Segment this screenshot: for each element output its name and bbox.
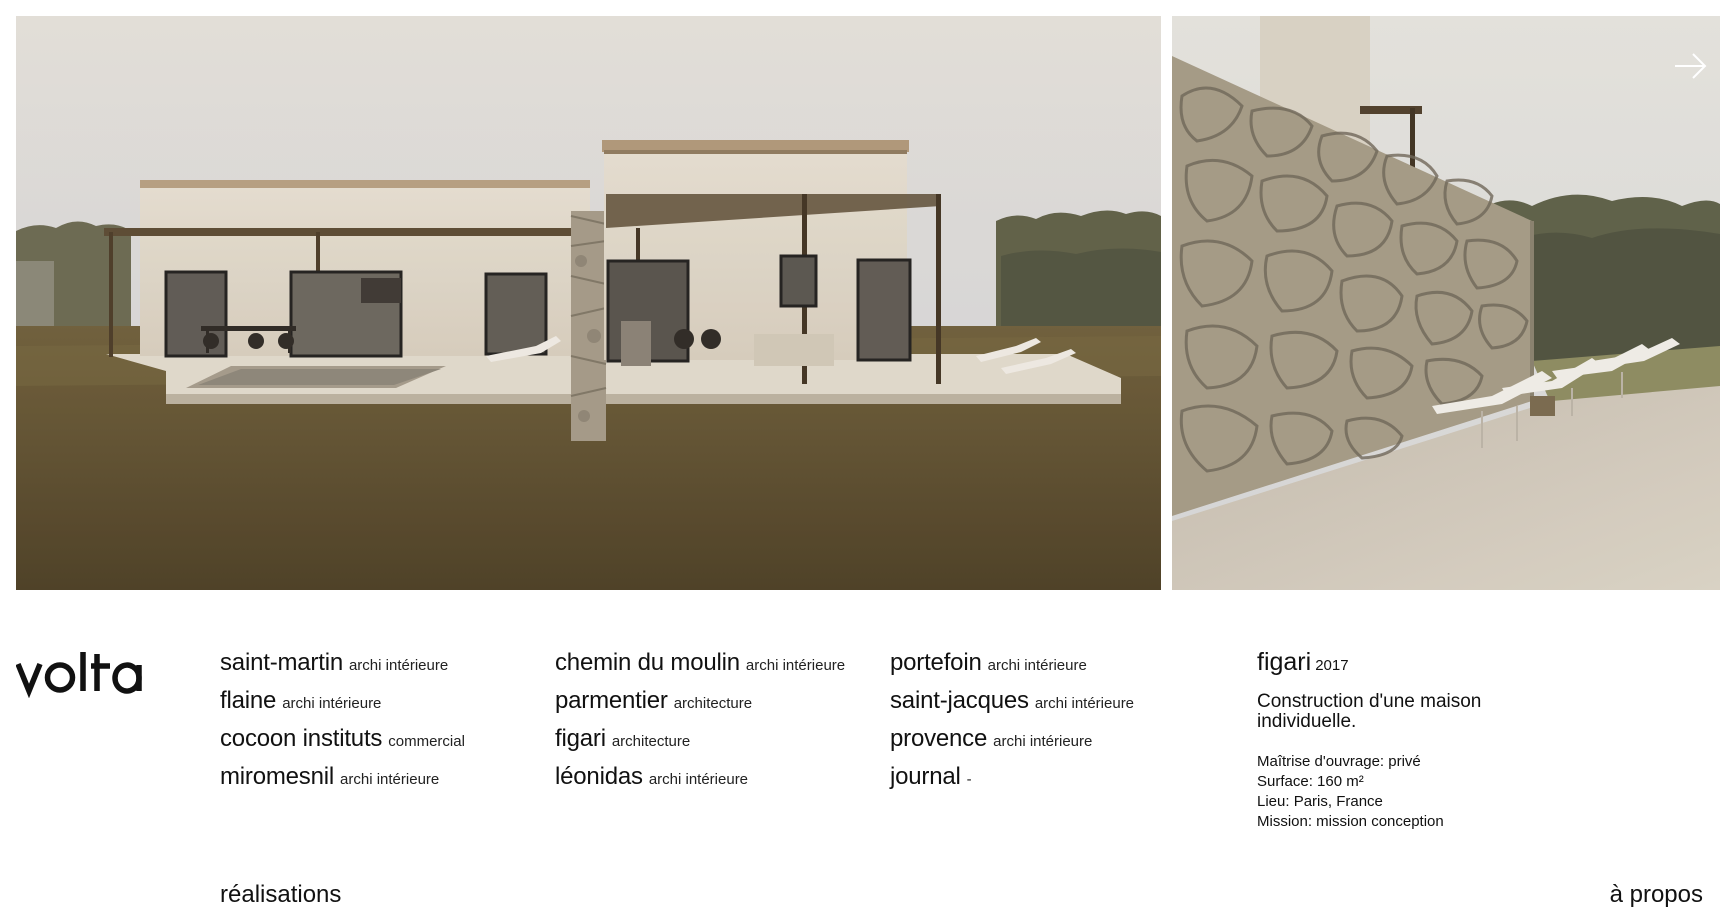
project-detail: figari 2017 Construction d'une maison ind… (1257, 646, 1677, 832)
project-name: léonidas (555, 763, 643, 790)
project-name: journal (890, 763, 961, 790)
volta-logo[interactable] (15, 648, 156, 699)
project-detail-description: Construction d'une maison individuelle. (1257, 691, 1482, 732)
project-type: commercial (388, 733, 465, 750)
project-link-saint-martin[interactable]: saint-martin archi intérieure (220, 648, 550, 686)
spec-maitrise-ouvrage: Maîtrise d'ouvrage: privé (1257, 753, 1421, 770)
project-link-figari[interactable]: figari architecture (555, 724, 885, 762)
project-type: architecture (611, 733, 691, 750)
project-link-flaine[interactable]: flaine archi intérieure (220, 686, 550, 724)
project-detail-name: figari (1257, 648, 1312, 676)
project-type: archi intérieure (282, 695, 382, 712)
projects-column-1: saint-martin archi intérieure flaine archi… (220, 648, 550, 800)
projects-column-2: chemin du moulin archi intérieure parment… (555, 648, 885, 800)
gallery-image-side[interactable] (1172, 16, 1720, 590)
project-detail-title: figari 2017 (1257, 646, 1677, 682)
spec-mission: Mission: mission conception (1257, 813, 1444, 830)
project-link-portefoin[interactable]: portefoin archi intérieure (890, 648, 1220, 686)
project-type: archi intérieure (987, 657, 1087, 674)
project-link-provence[interactable]: provence archi intérieure (890, 724, 1220, 762)
project-type: archi intérieure (745, 657, 846, 674)
project-type: archi intérieure (348, 657, 449, 674)
project-type: archi intérieure (993, 733, 1093, 750)
nav-apropos-link[interactable]: à propos (1610, 880, 1703, 910)
nav-realisations-link[interactable]: réalisations (220, 880, 341, 910)
projects-list: saint-martin archi intérieure flaine archi… (220, 648, 1220, 808)
project-name: saint-jacques (890, 687, 1029, 714)
project-link-parmentier[interactable]: parmentier architecture (555, 686, 885, 724)
project-detail-specs: Maîtrise d'ouvrage: privé Surface: 160 m… (1257, 752, 1677, 832)
project-type: archi intérieure (340, 771, 440, 788)
project-link-chemin-du-moulin[interactable]: chemin du moulin archi intérieure (555, 648, 885, 686)
project-link-journal[interactable]: journal - (890, 762, 1220, 800)
project-name: parmentier (555, 687, 668, 714)
gallery-image-main[interactable] (16, 16, 1161, 590)
project-name: miromesnil (220, 763, 335, 790)
project-name: cocoon instituts (220, 725, 383, 752)
volta-wordmark (15, 652, 142, 699)
spec-lieu: Lieu: Paris, France (1257, 793, 1383, 810)
project-type: archi intérieure (1034, 695, 1135, 712)
project-link-saint-jacques[interactable]: saint-jacques archi intérieure (890, 686, 1220, 724)
image-gallery (16, 16, 1720, 590)
project-link-cocoon-instituts[interactable]: cocoon instituts commercial (220, 724, 550, 762)
project-name: portefoin (890, 649, 982, 676)
project-link-miromesnil[interactable]: miromesnil archi intérieure (220, 762, 550, 800)
arrow-right-icon (1675, 53, 1707, 79)
projects-column-3: portefoin archi intérieure saint-jacques a… (890, 648, 1220, 800)
project-name: saint-martin (220, 649, 343, 676)
project-detail-year: 2017 (1315, 657, 1349, 674)
project-type: archi intérieure (648, 771, 749, 788)
project-name: provence (890, 725, 988, 752)
next-slide-button[interactable] (1671, 48, 1711, 84)
project-name: chemin du moulin (555, 649, 740, 676)
project-type: - (966, 771, 972, 788)
project-name: flaine (220, 687, 277, 714)
project-type: architecture (673, 695, 753, 712)
project-link-leonidas[interactable]: léonidas archi intérieure (555, 762, 885, 800)
spec-surface: Surface: 160 m² (1257, 773, 1364, 790)
project-name: figari (555, 725, 606, 752)
